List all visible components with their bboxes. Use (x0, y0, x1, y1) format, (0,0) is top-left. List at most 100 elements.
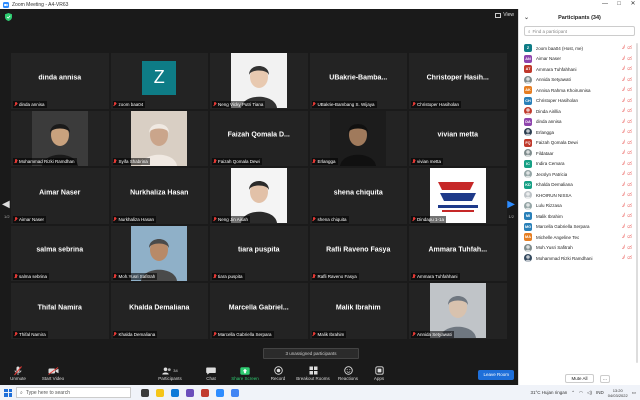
participant-list-item[interactable]: Dinda Airillia ♪̸ ▭̸ (524, 106, 632, 117)
start-video-label: Start Video (41, 376, 65, 381)
participant-list-item[interactable]: MG Marcella Gabriella Serpara ♪̸ ▭̸ (524, 222, 632, 233)
participant-list-item[interactable]: Zzoom baa04 (Host, me) ♪̸ ▭̸ (524, 43, 632, 54)
minimize-button[interactable]: — (598, 0, 612, 9)
participant-list-item[interactable]: KHOIRUN NISSA ♪̸ ▭̸ (524, 190, 632, 201)
edge-browser-icon[interactable] (171, 388, 179, 397)
windows-start-icon[interactable] (4, 388, 12, 397)
file-explorer-icon[interactable] (156, 388, 164, 397)
video-tile[interactable]: Mohammad Rizki Ramdhan (11, 110, 109, 166)
participant-list-item[interactable]: CH Christoper Hasiholan ♪̸ ▭̸ (524, 96, 632, 107)
participant-list-item[interactable]: AT Ammara Tuhfahhani ♪̸ ▭̸ (524, 64, 632, 75)
unmute-button[interactable]: Unmute (3, 365, 33, 381)
maximize-button[interactable]: □ (612, 0, 626, 9)
participant-avatar (524, 128, 532, 137)
video-tile[interactable]: tiara puspita tiara puspita (210, 225, 308, 281)
participant-list-item[interactable]: MI Malik Ibrahim ♪̸ ▭̸ (524, 211, 632, 222)
participant-name-tag: Neng Vicky Putri Tiana (212, 100, 266, 108)
participant-list-item[interactable]: Annida Setyawati ♪̸ ▭̸ (524, 75, 632, 86)
breakout-rooms-button[interactable]: Breakout Rooms (295, 365, 331, 381)
clock[interactable]: 13:20 04/03/2022 (608, 388, 628, 398)
unassigned-participants-notice[interactable]: 3 unassigned participants (263, 348, 359, 359)
start-video-button[interactable]: Start Video (38, 365, 68, 381)
video-tile[interactable]: vivian metta vivian metta (409, 110, 507, 166)
chat-button[interactable]: Chat (196, 365, 226, 381)
store-icon[interactable] (186, 388, 194, 397)
video-tile[interactable]: Neng Vicky Putri Tiana (210, 53, 308, 109)
wifi-icon[interactable]: ◠ (579, 390, 583, 396)
security-shield-icon[interactable] (5, 13, 12, 21)
video-tile[interactable]: Ammara Tuhfah... Ammara Tuhfahhani (409, 225, 507, 281)
more-options-button[interactable]: ... (599, 374, 610, 383)
notifications-icon[interactable]: ▭ (632, 390, 636, 396)
video-tile[interactable]: shena chiquita shena chiquita (309, 168, 407, 224)
tray-up-arrow-icon[interactable]: ⌃ (571, 390, 575, 396)
participant-search-placeholder: Find a participant (532, 28, 568, 34)
view-button[interactable]: View (495, 12, 514, 18)
language-indicator[interactable]: IND (596, 390, 604, 395)
office-icon[interactable] (201, 388, 209, 397)
participant-list-item[interactable]: KD Khalda Demaliana ♪̸ ▭̸ (524, 180, 632, 191)
participant-list-item[interactable]: Lulu Rizzasa ♪̸ ▭̸ (524, 201, 632, 212)
video-tile[interactable]: Erlangga (309, 110, 407, 166)
mute-all-button[interactable]: Mute All (565, 374, 594, 383)
video-tile[interactable]: Christoper Hasih... Christoper Hasiholan (409, 53, 507, 109)
participant-list-scrollbar[interactable] (636, 43, 638, 363)
participant-search-input[interactable]: ⌕ Find a participant (524, 26, 635, 36)
participant-list-item[interactable]: DA dinda annisa ♪̸ ▭̸ (524, 117, 632, 128)
participant-list-item[interactable]: Jecslyn Patricia ♪̸ ▭̸ (524, 169, 632, 180)
video-tile[interactable]: Nurkhaliza Hasan Nurkhaliza Hasan (110, 168, 208, 224)
participant-display-name: Nurkhaliza Hasan (130, 189, 189, 197)
participant-list-item[interactable]: AN Aimar Naser ♪̸ ▭̸ (524, 54, 632, 65)
video-tile[interactable]: UBakrie-Bamba... UBakrie-Bambang S. Wijay… (309, 53, 407, 109)
video-tile[interactable]: Moh.Yusri Safitrah (110, 225, 208, 281)
record-button[interactable]: Record (263, 365, 293, 381)
volume-icon[interactable]: ◁) (587, 390, 592, 396)
close-window-button[interactable]: ✕ (626, 0, 640, 9)
video-tile[interactable]: Zzoom baa04 (110, 53, 208, 109)
participant-list-item[interactable]: AK Annisa Rahma Khoirunnisa ♪̸ ▭̸ (524, 85, 632, 96)
zoom-taskbar-icon[interactable] (216, 388, 224, 397)
next-page-arrow[interactable]: ▶ (507, 199, 515, 210)
video-tile[interactable]: Marcella Gabriel... Marcella Gabriella Se… (210, 283, 308, 339)
participant-list-item[interactable]: Moh.Yusri Safitrah ♪̸ ▭̸ (524, 243, 632, 254)
video-tile[interactable]: dinda annisa dinda annisa (11, 53, 109, 109)
video-tile[interactable]: Faizah Qomala D... Faizah Qomala Dewi (210, 110, 308, 166)
prev-page-arrow[interactable]: ◀ (2, 199, 10, 210)
mic-muted-icon (213, 101, 216, 107)
participant-list-item[interactable]: MA Michelle Angeline Teo ♪̸ ▭̸ (524, 232, 632, 243)
participant-status-icons: ♪̸ ▭̸ (622, 66, 632, 72)
taskbar-search-input[interactable]: ⌕ Type here to search (16, 387, 131, 398)
participant-list-name: Marcella Gabriella Serpara (536, 224, 590, 230)
video-tile[interactable]: Syifa Shabrina (110, 110, 208, 166)
participants-button[interactable]: 34 Participants (155, 365, 185, 381)
video-tile[interactable]: Dindapu 1-1a (409, 168, 507, 224)
video-off-icon: ▭̸ (627, 171, 632, 177)
chrome-browser-icon[interactable] (231, 388, 239, 397)
participant-list-item[interactable]: FQ Faizah Qomala Dewi ♪̸ ▭̸ (524, 138, 632, 149)
reactions-button[interactable]: Reactions (333, 365, 363, 381)
mic-muted-icon: ♪̸ (621, 213, 625, 219)
video-tile[interactable]: Thifal Namira Thifal Namira (11, 283, 109, 339)
video-tile[interactable]: Aimar Naser Aimar Naser (11, 168, 109, 224)
participant-list-item[interactable]: Mohammad Rizki Ramdhani ♪̸ ▭̸ (524, 253, 632, 264)
task-view-icon[interactable] (141, 388, 149, 397)
window-title: Zoom Meeting - A4-VR63 (12, 1, 69, 8)
collapse-chevron-icon[interactable]: ⌄ (524, 14, 529, 21)
apps-label: Apps (373, 376, 385, 381)
video-tile[interactable]: Rafli Raveno Fasya Rafli Raveno Fasya (309, 225, 407, 281)
leave-room-button[interactable]: Leave Room (478, 370, 514, 380)
video-tile[interactable]: Khalda Demaliana Khalda Demaliana (110, 283, 208, 339)
taskbar-search-placeholder: Type here to search (25, 389, 71, 396)
video-tile[interactable]: Neng Jin Aisah (210, 168, 308, 224)
participant-list-item[interactable]: IC Indira Cemara ♪̸ ▭̸ (524, 159, 632, 170)
weather-text[interactable]: 31°C Hujan ringan (530, 390, 567, 395)
apps-button[interactable]: Apps (364, 365, 394, 381)
video-tile[interactable]: salma sebrina salma sebrina (11, 225, 109, 281)
video-tile[interactable]: Malik Ibrahim Malik Ibrahim (309, 283, 407, 339)
participant-name-tag: Syifa Shabrina (112, 158, 150, 165)
mic-muted-icon: ♪̸ (621, 192, 625, 198)
participant-list-item[interactable]: Fildataar ♪̸ ▭̸ (524, 148, 632, 159)
video-tile[interactable]: Annida Setyawati (409, 283, 507, 339)
share-screen-button[interactable]: Share Screen (229, 365, 261, 381)
participant-list-item[interactable]: Erlangga ♪̸ ▭̸ (524, 127, 632, 138)
